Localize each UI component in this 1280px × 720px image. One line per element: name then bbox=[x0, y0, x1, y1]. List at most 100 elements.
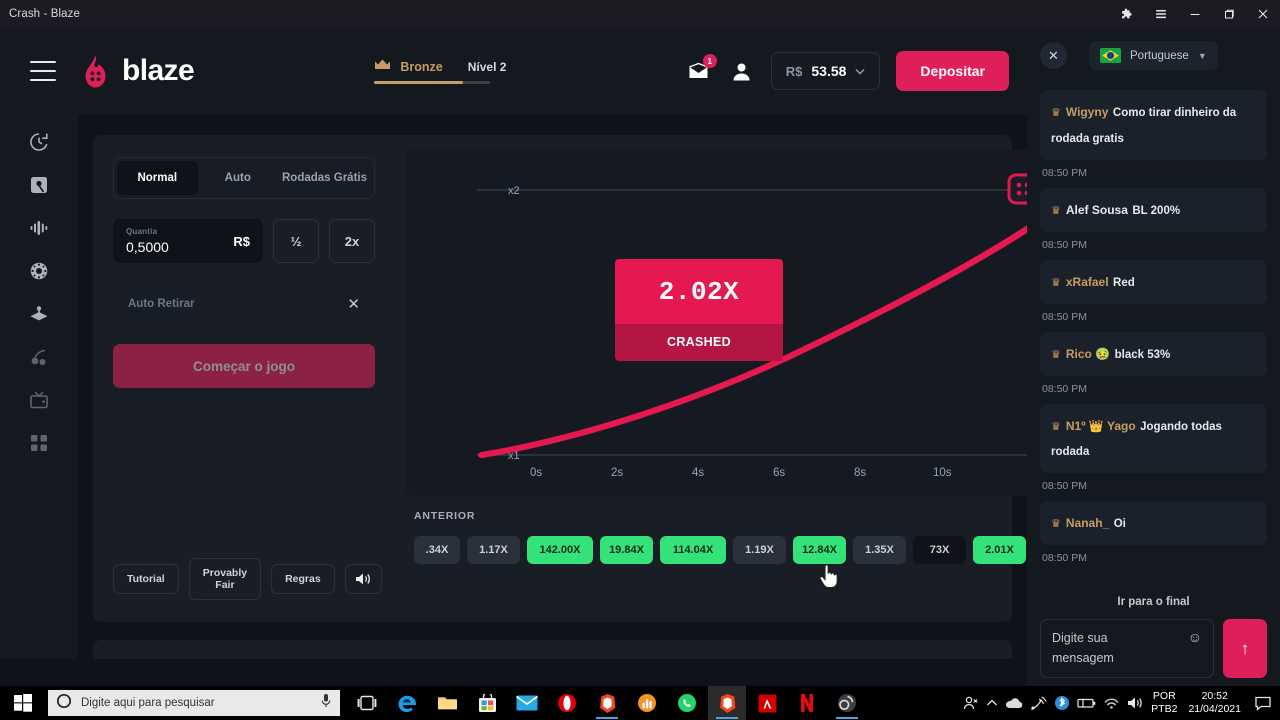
tv-icon[interactable] bbox=[22, 387, 56, 413]
chat-message[interactable]: ♛ N1º 👑 Yago Jogando todas rodada bbox=[1040, 403, 1267, 474]
edge-icon[interactable] bbox=[388, 686, 426, 720]
tutorial-button[interactable]: Tutorial bbox=[113, 564, 179, 594]
y-tick-x2: x2 bbox=[508, 185, 520, 197]
roulette-icon[interactable] bbox=[22, 258, 56, 284]
chat-message[interactable]: ♛ Nanah_ Oi bbox=[1040, 501, 1267, 546]
crash-icon[interactable] bbox=[22, 215, 56, 241]
double-bet-button[interactable]: 2x bbox=[329, 219, 375, 263]
tab-free-rounds[interactable]: Rodadas Grátis bbox=[278, 161, 371, 195]
rules-button[interactable]: Regras bbox=[271, 564, 335, 594]
profile-icon[interactable] bbox=[729, 58, 755, 84]
history-item[interactable]: 114.04X bbox=[660, 535, 726, 564]
close-button[interactable] bbox=[1246, 0, 1280, 27]
opera-icon[interactable] bbox=[548, 686, 586, 720]
notifications-icon[interactable] bbox=[1252, 696, 1274, 711]
crown-icon: ♛ bbox=[1051, 420, 1061, 433]
history-item[interactable]: 12.84X bbox=[793, 535, 846, 564]
rank-widget[interactable]: Bronze Nível 2 bbox=[374, 58, 506, 84]
chat-message[interactable]: ♛ xRafael Red bbox=[1040, 259, 1267, 304]
browser-menu-icon[interactable] bbox=[1144, 0, 1178, 27]
wifi-icon[interactable] bbox=[1103, 697, 1120, 710]
mode-tabs: Normal Auto Rodadas Grátis bbox=[113, 157, 375, 199]
minimize-button[interactable] bbox=[1178, 0, 1212, 27]
extensions-icon[interactable] bbox=[1110, 0, 1144, 27]
bluetooth-icon[interactable] bbox=[1054, 695, 1070, 711]
language-indicator[interactable]: POR PTB2 bbox=[1151, 690, 1177, 716]
language-selector[interactable]: Portuguese ▼ bbox=[1089, 41, 1218, 70]
start-game-button[interactable]: Começar o jogo bbox=[113, 344, 375, 388]
people-icon[interactable] bbox=[963, 695, 979, 711]
chat-username[interactable]: Wigyny bbox=[1066, 105, 1109, 119]
history-item[interactable]: 2.01X bbox=[973, 535, 1026, 564]
volume-icon[interactable] bbox=[1127, 696, 1144, 710]
tab-normal[interactable]: Normal bbox=[117, 161, 198, 195]
task-view-icon[interactable] bbox=[348, 686, 386, 720]
chevron-down-icon: ▼ bbox=[1197, 50, 1207, 61]
volume-icon[interactable] bbox=[344, 564, 382, 594]
history-item[interactable]: 1.17X bbox=[467, 535, 520, 564]
microsoft-store-icon[interactable] bbox=[468, 686, 506, 720]
balance-dropdown[interactable]: R$ 53.58 bbox=[770, 52, 881, 90]
x-tick-4s: 4s bbox=[692, 467, 704, 479]
clear-icon[interactable]: ✕ bbox=[347, 295, 360, 313]
history-item[interactable]: 19.84X bbox=[600, 535, 653, 564]
plinko-icon[interactable] bbox=[22, 301, 56, 327]
maximize-button[interactable] bbox=[1212, 0, 1246, 27]
taskbar-search-placeholder: Digite aqui para pesquisar bbox=[81, 697, 215, 709]
taskbar-search-box[interactable]: Digite aqui para pesquisar bbox=[48, 690, 340, 716]
slots-icon[interactable] bbox=[22, 172, 56, 198]
bet-amount-input[interactable]: Quantia 0,5000 R$ bbox=[113, 219, 263, 263]
tab-auto[interactable]: Auto bbox=[198, 161, 279, 195]
clock[interactable]: 20:52 21/04/2021 bbox=[1184, 690, 1245, 716]
chat-message[interactable]: ♛ Wigyny Como tirar dinheiro da rodada gr… bbox=[1040, 90, 1267, 160]
history-list: .34X 1.17X 142.00X 19.84X 114.04X 1.19X … bbox=[414, 535, 1027, 564]
history-item[interactable]: 1.35X bbox=[853, 535, 906, 564]
menu-toggle-icon[interactable] bbox=[30, 61, 56, 81]
history-item[interactable]: 142.00X bbox=[527, 535, 593, 564]
file-explorer-icon[interactable] bbox=[428, 686, 466, 720]
panel-footer-buttons: Tutorial Provably Fair Regras bbox=[113, 558, 382, 600]
analytics-icon[interactable] bbox=[628, 686, 666, 720]
inbox-icon[interactable]: 1 bbox=[687, 54, 717, 84]
chat-message[interactable]: ♛ Rico 🤢 black 53% bbox=[1040, 331, 1267, 376]
chat-username[interactable]: N1º 👑 Yago bbox=[1066, 419, 1136, 433]
chat-message-input[interactable]: Digite sua mensagem ☺ bbox=[1040, 619, 1214, 678]
send-message-button[interactable]: ↑ bbox=[1223, 619, 1267, 678]
lambda-app-icon[interactable] bbox=[748, 686, 786, 720]
x-tick-10s: 10s bbox=[933, 467, 952, 479]
bet-amount-value: 0,5000 bbox=[126, 239, 169, 255]
history-section: ANTERIOR .34X 1.17X 142.00X 19.84X 114.0… bbox=[405, 496, 1027, 564]
history-item[interactable]: 73X bbox=[913, 535, 966, 564]
auto-cashout-input[interactable]: Auto Retirar ✕ bbox=[113, 282, 375, 326]
chat-username[interactable]: Nanah_ bbox=[1066, 516, 1109, 530]
brave-icon[interactable] bbox=[588, 686, 626, 720]
grid-icon[interactable] bbox=[22, 430, 56, 456]
show-hidden-icons-chevron[interactable] bbox=[986, 698, 998, 708]
emoji-icon[interactable]: ☺ bbox=[1188, 629, 1202, 645]
microphone-icon[interactable] bbox=[320, 693, 332, 713]
brand-logo[interactable]: blaze bbox=[78, 54, 195, 89]
battery-icon[interactable] bbox=[1077, 697, 1096, 709]
history-item[interactable]: .34X bbox=[414, 535, 460, 564]
provably-fair-button[interactable]: Provably Fair bbox=[188, 558, 262, 600]
satellite-icon[interactable] bbox=[1030, 695, 1047, 711]
auto-cashout-placeholder: Auto Retirar bbox=[128, 298, 195, 310]
close-chat-icon[interactable]: ✕ bbox=[1040, 42, 1067, 69]
history-icon[interactable] bbox=[22, 129, 56, 155]
chat-message[interactable]: ♛ Alef Sousa BL 200% bbox=[1040, 187, 1267, 232]
fruits-icon[interactable] bbox=[22, 344, 56, 370]
chat-username[interactable]: Alef Sousa bbox=[1066, 203, 1128, 217]
chat-username[interactable]: Rico 🤢 bbox=[1066, 347, 1110, 361]
chat-username[interactable]: xRafael bbox=[1066, 275, 1109, 289]
start-button[interactable] bbox=[0, 686, 46, 720]
obs-icon[interactable] bbox=[828, 686, 866, 720]
brave-window-icon[interactable] bbox=[708, 686, 746, 720]
history-item[interactable]: 1.19X bbox=[733, 535, 786, 564]
onedrive-icon[interactable] bbox=[1005, 697, 1023, 709]
whatsapp-icon[interactable] bbox=[668, 686, 706, 720]
go-to-end-button[interactable]: Ir para o final bbox=[1040, 596, 1267, 608]
mail-icon[interactable] bbox=[508, 686, 546, 720]
deposit-button[interactable]: Depositar bbox=[896, 51, 1009, 91]
half-bet-button[interactable]: ½ bbox=[273, 219, 319, 263]
netflix-icon[interactable] bbox=[788, 686, 826, 720]
